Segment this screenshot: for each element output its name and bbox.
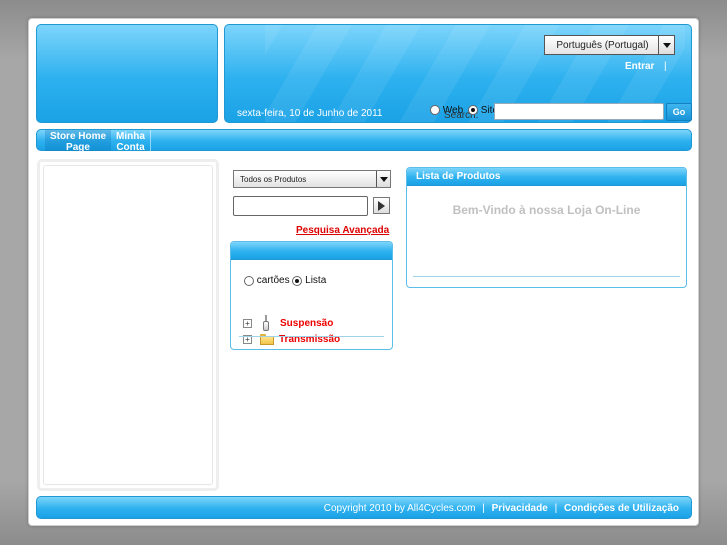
view-cards-label: cartões: [256, 275, 290, 286]
view-list-label: Lista: [305, 275, 327, 286]
shock-absorber-icon: [260, 315, 272, 331]
category-item-suspension[interactable]: + Suspensão: [243, 315, 333, 331]
language-dropdown-button[interactable]: [658, 36, 674, 54]
left-sidebar-inner: [43, 165, 213, 485]
product-list-panel: Lista de Produtos Bem-Vindo à nossa Loja…: [406, 167, 687, 288]
product-search-input[interactable]: [233, 196, 368, 216]
chevron-down-icon: [662, 42, 671, 48]
search-input[interactable]: [494, 103, 664, 120]
category-panel: cartões Lista + Suspensão + Transmissão: [230, 241, 393, 350]
footer-separator: |: [554, 503, 558, 514]
product-dropdown-button[interactable]: [376, 171, 390, 187]
radio-site[interactable]: [468, 105, 478, 116]
product-category-select[interactable]: Todos os Produtos: [233, 170, 391, 188]
terms-link[interactable]: Condições de Utilização: [564, 503, 679, 514]
product-list-title: Lista de Produtos: [407, 168, 686, 186]
advanced-search-link[interactable]: Pesquisa Avançada: [296, 225, 389, 236]
radio-cards[interactable]: [244, 275, 254, 286]
current-date: sexta-feira, 10 de Junho de 2011: [237, 108, 383, 119]
copyright-text: Copyright 2010 by All4Cycles.com: [323, 503, 476, 514]
expand-icon[interactable]: +: [243, 318, 252, 328]
footer: Copyright 2010 by All4Cycles.com | Priva…: [36, 496, 692, 519]
radio-web[interactable]: [430, 105, 440, 116]
login-link[interactable]: Entrar: [625, 61, 654, 72]
category-divider: [239, 336, 384, 337]
product-category-select-value: Todos os Produtos: [240, 174, 307, 184]
privacy-link[interactable]: Privacidade: [492, 503, 548, 514]
left-sidebar: [37, 159, 219, 491]
logo-banner: [36, 24, 218, 123]
nav-item-store-home[interactable]: Store Home Page: [45, 130, 111, 153]
language-select[interactable]: Português (Portugal): [544, 35, 675, 55]
radio-list[interactable]: [292, 275, 303, 286]
language-select-value: Português (Portugal): [556, 39, 649, 51]
product-list-divider: [413, 276, 680, 277]
store-page: Português (Portugal) Entrar | sexta-feir…: [28, 18, 699, 526]
login-separator: |: [664, 61, 667, 72]
category-panel-header: [231, 242, 392, 260]
site-search: Web Search: Site Go: [430, 103, 692, 125]
chevron-down-icon: [379, 176, 388, 182]
view-options: cartões Lista: [244, 275, 326, 286]
play-arrow-icon: [378, 200, 385, 211]
search-go-button[interactable]: Go: [666, 103, 692, 121]
footer-separator: |: [482, 503, 485, 514]
nav-item-my-account[interactable]: Minha Conta: [111, 130, 151, 153]
welcome-message: Bem-Vindo à nossa Loja On-Line: [452, 203, 641, 217]
main-nav: Store Home Page Minha Conta: [36, 129, 692, 153]
product-search-button[interactable]: [373, 197, 390, 214]
category-label[interactable]: Suspensão: [280, 318, 333, 329]
